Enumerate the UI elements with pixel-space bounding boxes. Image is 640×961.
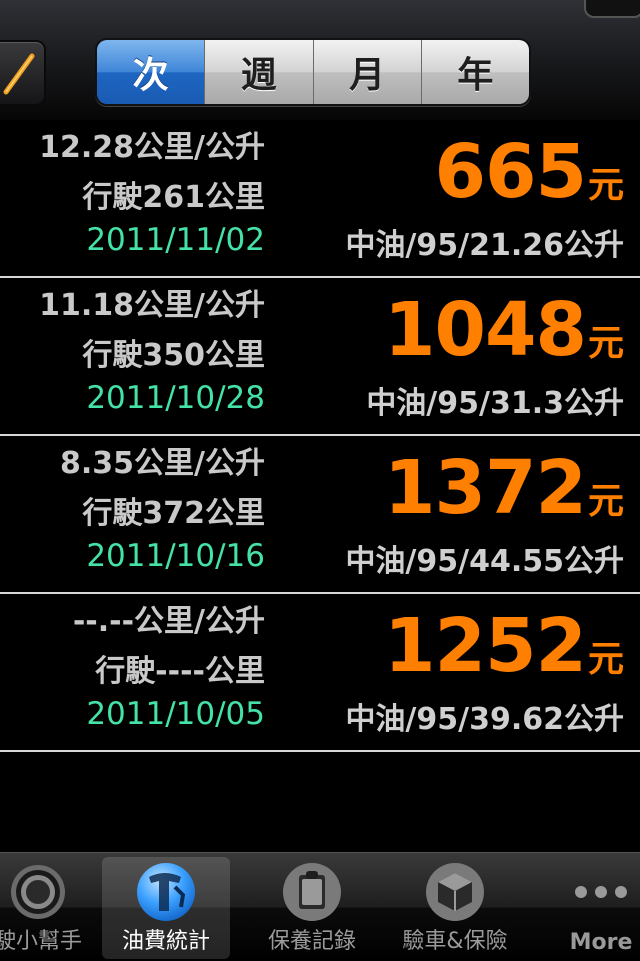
currency-label: 元	[587, 165, 624, 206]
amount-text: 1048元	[384, 288, 624, 386]
currency-label: 元	[587, 481, 624, 522]
top-bar: 次 週 月 年	[0, 0, 640, 121]
efficiency-text: 8.35公里/公升	[60, 446, 265, 481]
tab-maintenance[interactable]: 保養記錄	[248, 857, 376, 959]
box-icon	[426, 863, 484, 921]
fuel-record-row[interactable]: 11.18公里/公升 行駛350公里 2011/10/28 1048元 中油/9…	[0, 278, 640, 436]
fuel-info-text: 中油/95/39.62公升	[345, 702, 624, 737]
more-dots-icon	[575, 886, 627, 898]
amount-text: 1372元	[384, 446, 624, 544]
tab-label: More	[569, 930, 633, 955]
distance-text: 行駛372公里	[82, 496, 265, 531]
amount-text: 665元	[435, 130, 624, 228]
edit-button[interactable]	[0, 40, 46, 106]
segment-week[interactable]: 週	[204, 40, 313, 104]
currency-label: 元	[587, 639, 624, 680]
fuel-record-row[interactable]: 12.28公里/公升 行駛261公里 2011/11/02 665元 中油/95…	[0, 120, 640, 278]
clipboard-icon	[283, 863, 341, 921]
amount-text: 1252元	[384, 604, 624, 702]
fuel-info-text: 中油/95/21.26公升	[345, 228, 624, 263]
pencil-icon	[3, 53, 35, 95]
fuel-pump-icon	[137, 863, 195, 921]
tab-bar: 駛小幫手 油費統計 保養記錄 驗車&保險 More	[0, 852, 640, 961]
efficiency-text: --.--公里/公升	[72, 604, 265, 639]
date-text: 2011/10/05	[86, 696, 265, 732]
date-text: 2011/11/02	[86, 222, 265, 258]
amount-value: 1252	[384, 603, 587, 689]
fuel-info-text: 中油/95/44.55公升	[345, 544, 624, 579]
fuel-record-row[interactable]: 8.35公里/公升 行駛372公里 2011/10/16 1372元 中油/95…	[0, 436, 640, 594]
tab-label: 油費統計	[121, 929, 210, 954]
amount-value: 1372	[384, 445, 587, 531]
date-text: 2011/10/28	[86, 380, 265, 416]
amount-value: 1048	[384, 287, 587, 373]
fuel-record-list: 12.28公里/公升 行駛261公里 2011/11/02 665元 中油/95…	[0, 120, 640, 752]
tab-label: 保養記錄	[267, 929, 356, 954]
distance-text: 行駛----公里	[95, 654, 265, 689]
date-text: 2011/10/16	[86, 538, 265, 574]
distance-text: 行駛350公里	[82, 338, 265, 373]
efficiency-text: 12.28公里/公升	[39, 130, 265, 165]
tab-label: 駛小幫手	[0, 929, 82, 954]
tab-driving-helper[interactable]: 駛小幫手	[0, 857, 102, 959]
segment-month[interactable]: 月	[312, 40, 421, 104]
efficiency-text: 11.18公里/公升	[39, 288, 265, 323]
period-segmented-control[interactable]: 次 週 月 年	[95, 38, 531, 106]
segment-year[interactable]: 年	[420, 40, 529, 104]
tab-more[interactable]: More	[537, 857, 640, 959]
distance-text: 行駛261公里	[82, 180, 265, 215]
currency-label: 元	[587, 323, 624, 364]
amount-value: 665	[434, 129, 587, 215]
segment-per-fill[interactable]: 次	[97, 40, 205, 104]
top-right-button[interactable]	[584, 0, 640, 18]
steering-icon	[11, 865, 65, 919]
fuel-record-row[interactable]: --.--公里/公升 行駛----公里 2011/10/05 1252元 中油/…	[0, 594, 640, 752]
fuel-info-text: 中油/95/31.3公升	[366, 386, 624, 421]
tab-inspection-insurance[interactable]: 驗車&保險	[391, 857, 519, 959]
tab-fuel-stats[interactable]: 油費統計	[102, 857, 230, 959]
tab-label: 驗車&保險	[402, 929, 508, 954]
